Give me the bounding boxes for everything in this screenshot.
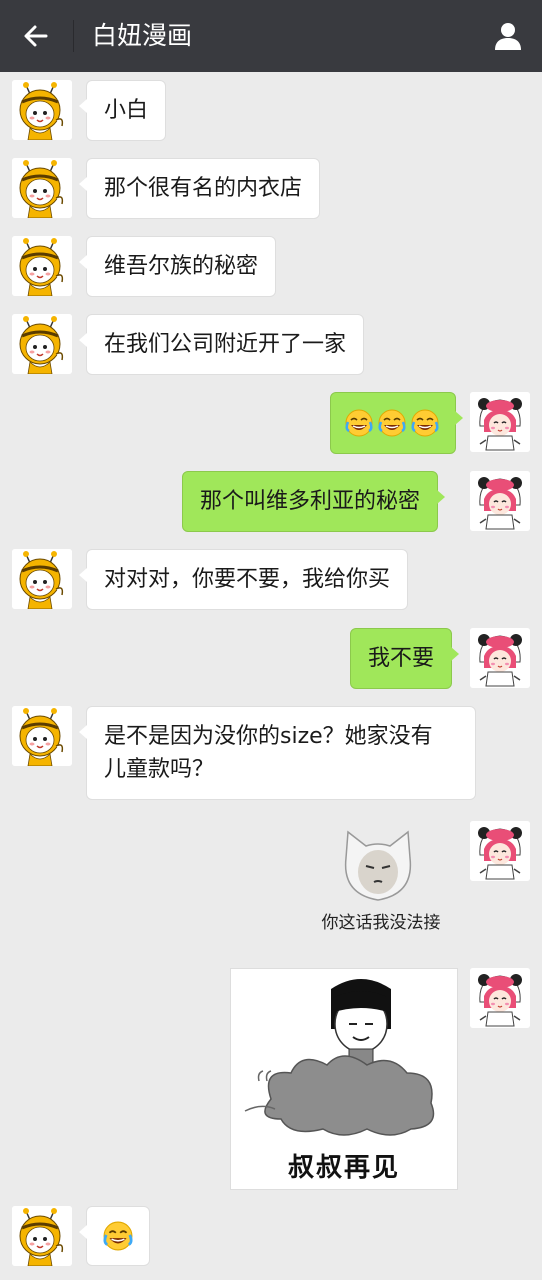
laugh-cry-emoji-icon bbox=[411, 409, 439, 437]
bee-girl-avatar-icon bbox=[12, 80, 72, 140]
sticker-message[interactable]: 叔叔再见 bbox=[230, 968, 458, 1190]
self-avatar[interactable] bbox=[470, 968, 530, 1028]
outgoing-message[interactable] bbox=[330, 392, 463, 454]
message-text: 那个叫维多利亚的秘密 bbox=[200, 489, 421, 514]
panda-hood-girl-avatar-icon bbox=[470, 968, 530, 1028]
incoming-message[interactable]: 维吾尔族的秘密 bbox=[78, 236, 277, 297]
incoming-message[interactable] bbox=[79, 1206, 150, 1266]
outgoing-message[interactable]: 那个叫维多利亚的秘密 bbox=[182, 471, 446, 532]
person-icon bbox=[495, 23, 521, 50]
message-text: 在我们公司附近开了一家 bbox=[104, 332, 347, 357]
contact-avatar[interactable] bbox=[12, 158, 72, 218]
contact-avatar[interactable] bbox=[12, 236, 72, 296]
contact-avatar[interactable] bbox=[12, 549, 72, 609]
message-text: 那个很有名的内衣店 bbox=[104, 176, 303, 201]
bee-girl-avatar-icon bbox=[12, 158, 72, 218]
header-divider bbox=[73, 20, 74, 52]
bee-girl-avatar-icon bbox=[12, 236, 72, 296]
cloud-man-sticker-icon bbox=[244, 979, 435, 1136]
self-avatar[interactable] bbox=[470, 821, 530, 881]
message-text-line: 是不是因为没你的size？她家没有 bbox=[104, 724, 433, 749]
cat-face-sticker-icon bbox=[344, 830, 412, 901]
chat-title: 白妞漫画 bbox=[92, 21, 193, 50]
panda-hood-girl-avatar-icon bbox=[470, 471, 530, 531]
bee-girl-avatar-icon bbox=[12, 1206, 72, 1266]
message-text: 对对对，你要不要，我给你买 bbox=[104, 567, 391, 592]
message-text-line: 儿童款吗？ bbox=[104, 757, 215, 782]
incoming-message[interactable]: 小白 bbox=[78, 80, 167, 141]
message-text: 小白 bbox=[104, 98, 149, 123]
incoming-message[interactable]: 在我们公司附近开了一家 bbox=[78, 314, 365, 375]
laugh-cry-emoji-icon bbox=[345, 409, 373, 437]
incoming-message[interactable]: 是不是因为没你的size？她家没有 儿童款吗？ bbox=[79, 706, 476, 800]
sticker-caption: 叔叔再见 bbox=[287, 1153, 400, 1183]
arrow-left-icon bbox=[24, 25, 48, 47]
contact-avatar[interactable] bbox=[12, 706, 72, 766]
contact-avatar[interactable] bbox=[12, 1206, 72, 1266]
incoming-message[interactable]: 那个很有名的内衣店 bbox=[78, 158, 321, 219]
panda-hood-girl-avatar-icon bbox=[470, 628, 530, 688]
title-bar: 白妞漫画 bbox=[0, 0, 542, 72]
self-avatar[interactable] bbox=[470, 628, 530, 688]
contact-avatar[interactable] bbox=[12, 80, 72, 140]
profile-button[interactable] bbox=[490, 18, 526, 54]
bee-girl-avatar-icon bbox=[12, 706, 72, 766]
contact-avatar[interactable] bbox=[12, 314, 72, 374]
bee-girl-avatar-icon bbox=[12, 314, 72, 374]
incoming-message[interactable]: 对对对，你要不要，我给你买 bbox=[78, 549, 409, 610]
panda-hood-girl-avatar-icon bbox=[470, 821, 530, 881]
message-text: 维吾尔族的秘密 bbox=[104, 254, 259, 279]
self-avatar[interactable] bbox=[470, 392, 530, 452]
laugh-cry-emoji-icon bbox=[378, 409, 406, 437]
laugh-cry-emoji-icon bbox=[103, 1221, 133, 1251]
outgoing-message[interactable]: 我不要 bbox=[350, 628, 460, 689]
bee-girl-avatar-icon bbox=[12, 549, 72, 609]
back-button[interactable] bbox=[18, 18, 54, 54]
panda-hood-girl-avatar-icon bbox=[470, 392, 530, 452]
sticker-caption: 你这话我没法接 bbox=[321, 913, 441, 933]
self-avatar[interactable] bbox=[470, 471, 530, 531]
sticker-message[interactable]: 你这话我没法接 bbox=[300, 820, 462, 940]
message-text: 我不要 bbox=[368, 646, 435, 671]
